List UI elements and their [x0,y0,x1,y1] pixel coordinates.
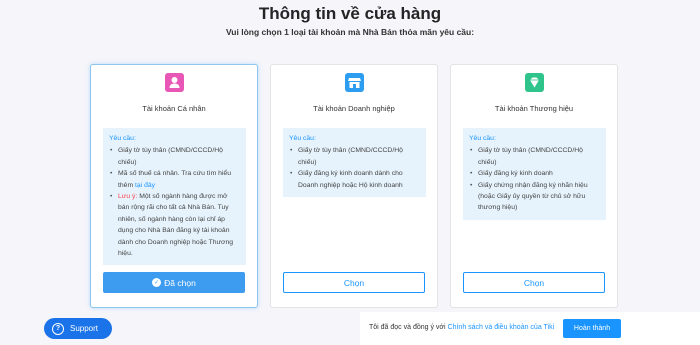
footer: ? Support Tôi đã đọc và đồng ý với Chính… [0,312,700,345]
lookup-link[interactable]: tại đây [135,182,155,189]
requirements-box: Yêu cầu: Giấy tờ tùy thân (CMND/CCCD/Hộ … [283,128,426,198]
card-title: Tài khoản Cá nhân [142,104,206,113]
requirements-title: Yêu cầu: [109,135,136,142]
diamond-icon [525,73,544,92]
requirements-box: Yêu cầu: Giấy tờ tùy thân (CMND/CCCD/Hộ … [463,128,606,220]
card-title: Tài khoản Doanh nghiệp [313,104,395,113]
requirements-title: Yêu cầu: [469,135,496,142]
check-icon: ✓ [152,278,162,287]
requirements-title: Yêu cầu: [289,135,316,142]
page-title: Thông tin về cửa hàng [258,4,442,23]
requirement-item: Giấy tờ tùy thân (CMND/CCCD/Hộ chiếu) [289,145,420,168]
policy-link[interactable]: Chính sách và điều khoản của Tiki [448,324,555,331]
requirement-item: Giấy chứng nhận đăng ký nhãn hiệu (hoặc … [469,180,600,214]
account-card-brand[interactable]: Tài khoản Thương hiệu Yêu cầu: Giấy tờ t… [450,64,618,308]
person-icon [165,73,184,92]
card-title: Tài khoản Thương hiệu [494,104,574,113]
agreement-label: Tôi đã đọc và đồng ý với [369,324,446,331]
choose-button[interactable]: Chọn [283,272,425,293]
warning-text: Một số ngành hàng được mở bán rộng rãi c… [118,193,234,258]
account-card-business[interactable]: Tài khoản Doanh nghiệp Yêu cầu: Giấy tờ … [270,64,438,308]
done-button[interactable]: Hoàn thành [563,319,621,338]
button-label: Đã chọn [164,277,196,288]
warning-label: Lưu ý: [118,193,138,201]
requirement-item: Giấy đăng ký kinh doanh [469,168,600,180]
requirement-item: Mã số thuế cá nhân. Tra cứu tìm hiểu thê… [109,168,240,191]
requirement-item: Giấy tờ tùy thân (CMND/CCCD/Hộ chiếu) [109,145,240,168]
support-label: Support [70,324,99,333]
store-icon [345,73,364,92]
question-icon: ? [52,322,64,335]
selected-button[interactable]: ✓ Đã chọn [103,272,245,293]
requirement-item: Lưu ý: Một số ngành hàng được mở bán rộn… [109,191,240,259]
choose-button[interactable]: Chọn [463,272,605,293]
requirement-item: Giấy đăng ký kinh doanh dành cho Doanh n… [289,168,420,191]
support-button[interactable]: ? Support [44,318,112,339]
requirements-box: Yêu cầu: Giấy tờ tùy thân (CMND/CCCD/Hộ … [103,128,246,266]
requirement-item: Giấy tờ tùy thân (CMND/CCCD/Hộ chiếu) [469,145,600,168]
account-card-individual[interactable]: Tài khoản Cá nhân Yêu cầu: Giấy tờ tùy t… [90,64,258,308]
agreement-text: Tôi đã đọc và đồng ý với Chính sách và đ… [369,324,554,331]
page-subtitle: Vui lòng chọn 1 loại tài khoản mà Nhà Bá… [225,27,475,37]
